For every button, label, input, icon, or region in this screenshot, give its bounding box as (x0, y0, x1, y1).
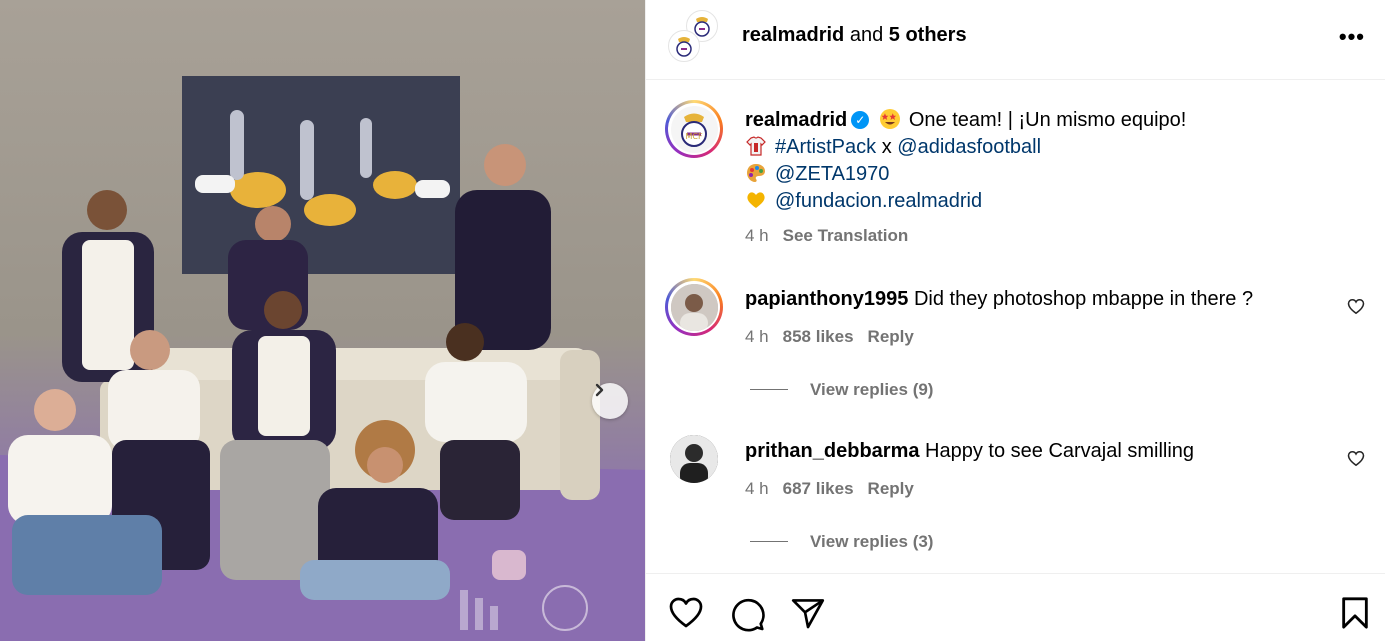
comment-avatar[interactable] (670, 435, 718, 483)
like-comment-heart-icon[interactable] (1347, 450, 1365, 467)
post-author-title: realmadrid and 5 others (742, 24, 967, 47)
comment-likes[interactable]: 687 likes (783, 479, 854, 498)
comment-likes[interactable]: 858 likes (783, 327, 854, 346)
caption-avatar[interactable]: MCF (665, 100, 723, 158)
view-replies-label: View replies (3) (810, 532, 934, 551)
next-photo-button[interactable] (592, 383, 628, 419)
comment-username[interactable]: prithan_debbarma (745, 440, 919, 462)
comment-username[interactable]: papianthony1995 (745, 288, 908, 310)
caption-x-text: x (881, 136, 892, 158)
comment-meta: 4 h 858 likes Reply (745, 327, 914, 347)
share-icon[interactable] (790, 596, 826, 630)
save-bookmark-icon[interactable] (1340, 596, 1370, 630)
collab-avatar-front (668, 30, 700, 62)
header-username[interactable]: realmadrid (742, 24, 844, 46)
real-madrid-crest-icon: MCF (681, 113, 707, 147)
comment-body: papianthony1995 Did they photoshop mbapp… (745, 288, 1253, 311)
hashtag-link[interactable]: #ArtistPack (775, 136, 876, 158)
post-caption: realmadrid ✓ One team! | ¡Un mismo equipo… (745, 107, 1345, 249)
like-comment-heart-icon[interactable] (1347, 298, 1365, 315)
comment-avatar[interactable] (665, 278, 723, 336)
header-others-link[interactable]: 5 others (889, 24, 967, 46)
see-translation-button[interactable]: See Translation (783, 226, 909, 245)
post-header: realmadrid and 5 others ••• (646, 0, 1385, 80)
jersey-emoji-icon (746, 136, 766, 156)
replies-line (750, 389, 788, 390)
reply-button[interactable]: Reply (868, 327, 914, 346)
post-photo (0, 0, 645, 641)
caption-line-2: #ArtistPack x @adidasfootball (745, 134, 1345, 161)
comment-time: 4 h (745, 479, 769, 498)
comment-icon[interactable] (730, 596, 766, 632)
yellow-heart-emoji-icon (747, 192, 765, 208)
caption-line-1: realmadrid ✓ One team! | ¡Un mismo equipo… (745, 107, 1345, 134)
view-replies-label: View replies (9) (810, 380, 934, 399)
comment-text: Did they photoshop mbappe in there ? (913, 288, 1254, 310)
mention-fundacion[interactable]: @fundacion.realmadrid (775, 190, 982, 212)
post-actions-bar (646, 573, 1385, 641)
mention-zeta1970[interactable]: @ZETA1970 (775, 163, 889, 185)
caption-time: 4 h (745, 226, 769, 245)
view-replies-button[interactable]: View replies (3) (750, 532, 933, 552)
replies-line (750, 541, 788, 542)
more-options-icon[interactable]: ••• (1339, 24, 1365, 50)
like-heart-icon[interactable] (668, 596, 704, 629)
svg-text:MCF: MCF (685, 132, 702, 141)
caption-line-4: @fundacion.realmadrid (745, 188, 1345, 215)
caption-text: One team! | ¡Un mismo equipo! (908, 109, 1187, 131)
comment-text: Happy to see Carvajal smilling (925, 440, 1195, 462)
collab-avatars[interactable] (668, 10, 720, 62)
panel-divider (645, 0, 646, 641)
user-photo-icon (670, 435, 718, 483)
verified-badge-icon: ✓ (851, 111, 870, 129)
header-and-text: and (849, 24, 884, 46)
comment-time: 4 h (745, 327, 769, 346)
caption-line-3: @ZETA1970 (745, 161, 1345, 188)
chevron-right-icon (595, 383, 604, 397)
photo-illustration (0, 76, 645, 641)
reply-button[interactable]: Reply (868, 479, 914, 498)
caption-meta: 4 h See Translation (745, 222, 1345, 249)
mention-adidasfootball[interactable]: @adidasfootball (897, 136, 1041, 158)
user-photo-icon (670, 283, 718, 331)
comment-meta: 4 h 687 likes Reply (745, 479, 914, 499)
comment-body: prithan_debbarma Happy to see Carvajal s… (745, 440, 1194, 463)
caption-username[interactable]: realmadrid (745, 109, 847, 131)
view-replies-button[interactable]: View replies (9) (750, 380, 933, 400)
palette-emoji-icon (747, 164, 765, 182)
star-eyes-emoji-icon (879, 109, 900, 129)
real-madrid-crest-icon (676, 37, 692, 57)
